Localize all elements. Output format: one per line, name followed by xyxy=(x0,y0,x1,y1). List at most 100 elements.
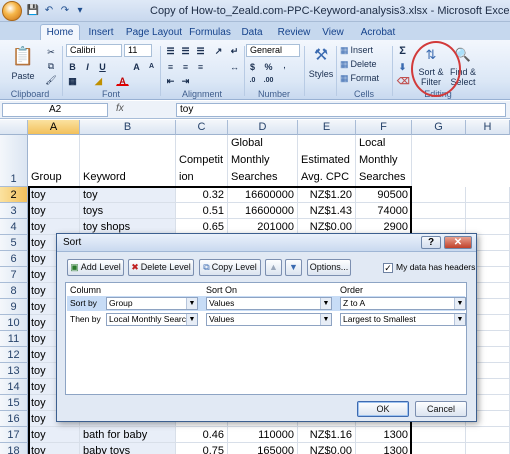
row-header[interactable]: 11 xyxy=(0,331,28,347)
tab-page-layout[interactable]: Page Layout xyxy=(124,25,184,40)
cell-empty[interactable] xyxy=(466,443,510,454)
font-size-select[interactable]: 11 xyxy=(124,44,152,57)
paste-icon[interactable]: 📋 xyxy=(8,44,38,68)
cancel-button[interactable]: Cancel xyxy=(415,401,467,417)
column-header-b[interactable]: B xyxy=(80,120,176,135)
align-bottom-icon[interactable]: ☰ xyxy=(194,44,207,56)
tab-home[interactable]: Home xyxy=(40,24,80,40)
delete-cells-button[interactable]: ▦ Delete xyxy=(340,58,386,70)
cell-cpc[interactable]: NZ$1.20 xyxy=(298,187,356,203)
cell-empty[interactable] xyxy=(412,443,466,454)
ok-button[interactable]: OK xyxy=(357,401,409,417)
merge-icon[interactable]: ↔ xyxy=(228,60,241,72)
redo-icon[interactable]: ↷ xyxy=(58,3,72,18)
cell-local-searches[interactable]: 1300 xyxy=(356,427,412,443)
fill-color-icon[interactable]: ◢ xyxy=(92,74,105,86)
tab-review[interactable]: Review xyxy=(274,25,314,40)
cell-group[interactable]: toy xyxy=(28,443,80,454)
cell-keyword[interactable]: toys xyxy=(80,203,176,219)
row-header[interactable]: 6 xyxy=(0,251,28,267)
headers-checkbox[interactable]: ✓ xyxy=(383,263,393,273)
cell-competition[interactable]: 0.51 xyxy=(176,203,228,219)
name-box[interactable]: A2 xyxy=(2,103,108,117)
cell-competition[interactable]: 0.32 xyxy=(176,187,228,203)
delete-level-button[interactable]: ✖ Delete Level xyxy=(128,259,194,276)
quick-access-dropdown-icon[interactable]: ▾ xyxy=(74,3,86,18)
align-middle-icon[interactable]: ☰ xyxy=(179,44,192,56)
header-cell-global-searches[interactable]: Global Monthly Searches xyxy=(228,135,298,187)
decrease-indent-icon[interactable]: ⇤ xyxy=(164,74,177,86)
sort-by-sort-on-select[interactable]: Values ▼ xyxy=(206,297,332,310)
cut-icon[interactable]: ✂ xyxy=(44,46,58,58)
autosum-icon[interactable]: Σ xyxy=(396,44,409,57)
cell-global-searches[interactable]: 110000 xyxy=(228,427,298,443)
row-header[interactable]: 12 xyxy=(0,347,28,363)
font-name-select[interactable]: Calibri xyxy=(66,44,122,57)
align-top-icon[interactable]: ☰ xyxy=(164,44,177,56)
then-by-sort-on-select[interactable]: Values ▼ xyxy=(206,313,332,326)
row-header[interactable]: 17 xyxy=(0,427,28,443)
percent-icon[interactable]: % xyxy=(262,60,275,72)
row-header[interactable]: 18 xyxy=(0,443,28,454)
cell-keyword[interactable]: baby toys xyxy=(80,443,176,454)
format-painter-icon[interactable]: 🖌 xyxy=(44,74,58,86)
header-cell-keyword[interactable]: Keyword xyxy=(80,135,176,187)
align-right-icon[interactable]: ≡ xyxy=(194,60,207,72)
cell-group[interactable]: toy xyxy=(28,427,80,443)
bold-button[interactable]: B xyxy=(66,60,79,72)
cell-local-searches[interactable]: 74000 xyxy=(356,203,412,219)
underline-button[interactable]: U xyxy=(96,60,109,72)
insert-cells-button[interactable]: ▦ Insert xyxy=(340,44,386,56)
row-header[interactable]: 13 xyxy=(0,363,28,379)
column-header-f[interactable]: F xyxy=(356,120,412,135)
column-header-h[interactable]: H xyxy=(466,120,510,135)
font-color-icon[interactable]: A xyxy=(116,74,129,86)
increase-decimal-icon[interactable]: .0 xyxy=(246,74,259,86)
borders-icon[interactable]: ▦ xyxy=(66,74,79,86)
undo-icon[interactable]: ↶ xyxy=(42,3,56,18)
move-up-icon[interactable]: ▲ xyxy=(265,259,282,276)
tab-insert[interactable]: Insert xyxy=(84,25,118,40)
help-button[interactable]: ? xyxy=(421,236,441,249)
cell-empty[interactable] xyxy=(412,203,466,219)
format-cells-button[interactable]: ▦ Format xyxy=(340,72,386,84)
formula-input[interactable]: toy xyxy=(176,103,506,117)
options-button[interactable]: Options... xyxy=(307,259,351,276)
row-header[interactable]: 15 xyxy=(0,395,28,411)
cell-global-searches[interactable]: 16600000 xyxy=(228,203,298,219)
then-by-order-select[interactable]: Largest to Smallest ▼ xyxy=(340,313,466,326)
row-header[interactable]: 2 xyxy=(0,187,28,203)
column-header-a[interactable]: A xyxy=(28,120,80,135)
row-header[interactable]: 10 xyxy=(0,315,28,331)
styles-icon[interactable]: ⚒ xyxy=(308,44,334,66)
row-header[interactable]: 4 xyxy=(0,219,28,235)
cell-empty[interactable] xyxy=(412,187,466,203)
cell-keyword[interactable]: bath for baby xyxy=(80,427,176,443)
copy-level-button[interactable]: ⧉ Copy Level xyxy=(199,259,261,276)
cell-empty[interactable] xyxy=(466,427,510,443)
column-header-d[interactable]: D xyxy=(228,120,298,135)
copy-icon[interactable]: ⧉ xyxy=(44,60,58,72)
cell-global-searches[interactable]: 165000 xyxy=(228,443,298,454)
row-header[interactable]: 5 xyxy=(0,235,28,251)
align-center-icon[interactable]: ≡ xyxy=(179,60,192,72)
fx-icon[interactable]: fx xyxy=(116,103,124,114)
clear-icon[interactable]: ⌫ xyxy=(396,74,410,86)
move-down-icon[interactable]: ▼ xyxy=(285,259,302,276)
paste-button[interactable]: Paste xyxy=(6,70,40,82)
fill-icon[interactable]: ⬇ xyxy=(396,60,409,72)
cell-cpc[interactable]: NZ$1.16 xyxy=(298,427,356,443)
tab-acrobat[interactable]: Acrobat xyxy=(356,25,400,40)
shrink-font-icon[interactable]: A xyxy=(145,60,158,72)
number-format-select[interactable]: General xyxy=(246,44,300,57)
header-cell-cpc[interactable]: Estimated Avg. CPC xyxy=(298,135,356,187)
row-header[interactable]: 14 xyxy=(0,379,28,395)
row-header[interactable]: 9 xyxy=(0,299,28,315)
cell-local-searches[interactable]: 1300 xyxy=(356,443,412,454)
row-header[interactable]: 8 xyxy=(0,283,28,299)
then-by-column-select[interactable]: Local Monthly Searches ▼ xyxy=(106,313,198,326)
cell-keyword[interactable]: toy xyxy=(80,187,176,203)
decrease-decimal-icon[interactable]: .00 xyxy=(262,74,275,86)
orientation-icon[interactable]: ↗ xyxy=(212,44,225,56)
sort-by-column-select[interactable]: Group ▼ xyxy=(106,297,198,310)
